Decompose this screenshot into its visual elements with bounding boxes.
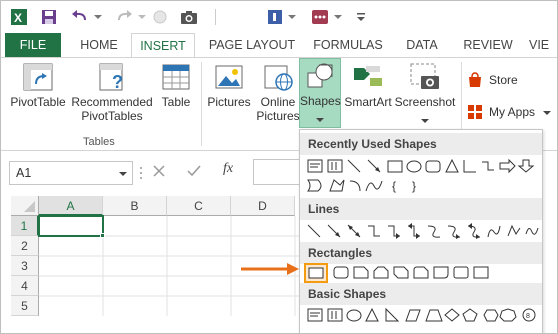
- shapes-button[interactable]: Shapes: [299, 58, 341, 128]
- tab-home[interactable]: HOME: [71, 33, 127, 57]
- smartart-label: SmartArt: [344, 95, 392, 109]
- tab-review[interactable]: REVIEW: [459, 33, 517, 57]
- row-header-3[interactable]: 3: [11, 256, 39, 276]
- recommended-pivottables-button[interactable]: ? Recommended PivotTables: [69, 60, 155, 123]
- tab-insert[interactable]: INSERT: [131, 33, 195, 58]
- column-header-c[interactable]: C: [167, 196, 231, 216]
- excel-logo-icon: X: [9, 8, 29, 26]
- active-cell-a1[interactable]: [38, 215, 104, 237]
- screenshot-label: Screenshot: [394, 95, 456, 109]
- pivottable-icon: [22, 62, 54, 92]
- recommended-line2: PivotTables: [81, 109, 143, 123]
- lines-row: [304, 222, 540, 242]
- enter-icon[interactable]: [187, 165, 201, 180]
- tables-group-label: Tables: [83, 136, 115, 148]
- myapps-button[interactable]: My Apps: [467, 102, 557, 122]
- recommended-pivottables-icon: ?: [96, 62, 128, 92]
- formula-bar-dots: [139, 163, 143, 183]
- row-header-4[interactable]: 4: [11, 276, 39, 296]
- tab-formulas[interactable]: FORMULAS: [309, 33, 387, 57]
- separator-icon: [207, 8, 225, 26]
- svg-text:{: {: [392, 179, 396, 193]
- macro-icon[interactable]: [309, 8, 331, 26]
- row-header-1[interactable]: 1: [11, 216, 39, 236]
- customize-icon[interactable]: [355, 8, 367, 26]
- column-header-d[interactable]: D: [231, 196, 295, 216]
- fill-handle[interactable]: [100, 233, 105, 238]
- cancel-icon[interactable]: [153, 165, 165, 180]
- column-header-b[interactable]: B: [103, 196, 167, 216]
- tab-view[interactable]: VIE: [529, 33, 557, 57]
- screenshot-button[interactable]: Screenshot: [393, 60, 457, 127]
- store-button[interactable]: Store: [467, 70, 547, 90]
- online-line1: Online: [260, 95, 296, 109]
- row-header-5[interactable]: 5: [11, 296, 39, 316]
- myapps-icon: [467, 104, 485, 120]
- rectangle-shape-button[interactable]: [304, 263, 328, 283]
- excel-window: X FILE HOME INSERT PAGE LAYOUT FORMULAS …: [0, 0, 558, 334]
- pivottable-label: PivotTable: [10, 95, 66, 109]
- screenshot-dropdown-icon: [393, 113, 457, 127]
- shapes-dropdown-icon: [300, 112, 340, 126]
- pictures-button[interactable]: Pictures: [205, 60, 253, 109]
- ribbon-tabs: FILE HOME INSERT PAGE LAYOUT FORMULAS DA…: [1, 33, 557, 58]
- name-box[interactable]: A1: [9, 161, 133, 185]
- circle-icon[interactable]: [151, 8, 169, 26]
- online-pictures-button[interactable]: Online Pictures: [255, 60, 301, 123]
- column-header-a[interactable]: A: [39, 196, 103, 216]
- basic-shapes-header: Basic Shapes: [300, 283, 542, 305]
- table-button[interactable]: Table: [157, 60, 195, 109]
- macro-dropdown-icon[interactable]: [333, 8, 343, 26]
- myapps-label: My Apps: [489, 105, 536, 119]
- tab-page-layout[interactable]: PAGE LAYOUT: [203, 33, 301, 57]
- recent-shapes-row-2: { }: [304, 176, 540, 196]
- svg-text:8: 8: [526, 313, 530, 320]
- lines-header: Lines: [300, 198, 542, 220]
- svg-text:}: }: [412, 179, 416, 193]
- store-label: Store: [489, 73, 518, 87]
- insert-function-button[interactable]: fx: [223, 161, 233, 177]
- rectangles-header: Rectangles: [300, 242, 542, 264]
- undo-dropdown-icon[interactable]: [93, 8, 103, 26]
- store-icon: [467, 72, 485, 88]
- form-dropdown-icon[interactable]: [287, 8, 297, 26]
- online-pictures-icon: [262, 62, 294, 92]
- redo-icon[interactable]: [113, 8, 135, 26]
- myapps-dropdown-icon: [543, 105, 552, 119]
- pictures-icon: [213, 62, 245, 92]
- tab-file[interactable]: FILE: [5, 33, 61, 57]
- tab-data[interactable]: DATA: [397, 33, 447, 57]
- select-all-corner[interactable]: [11, 196, 39, 216]
- table-icon: [160, 62, 192, 92]
- recommended-line1: Recommended: [71, 95, 153, 109]
- pointer-arrow: [239, 262, 301, 276]
- name-box-dropdown-icon[interactable]: [119, 162, 127, 184]
- name-box-value: A1: [16, 166, 32, 180]
- table-label: Table: [161, 95, 191, 109]
- pictures-label: Pictures: [207, 95, 251, 109]
- screenshot-icon: [409, 62, 441, 92]
- smartart-button[interactable]: SmartArt: [343, 60, 393, 109]
- svg-text:X: X: [14, 11, 22, 25]
- ribbon-separator: [201, 62, 202, 146]
- shapes-dropdown-panel: Recently Used Shapes {} Lines Rectangle…: [299, 129, 543, 333]
- form-icon[interactable]: [265, 8, 285, 26]
- redo-dropdown-icon[interactable]: [137, 8, 147, 26]
- save-icon[interactable]: [39, 8, 59, 26]
- basic-shapes-row: 8: [304, 306, 540, 326]
- row-header-2[interactable]: 2: [11, 236, 39, 256]
- recently-used-shapes-header: Recently Used Shapes: [300, 133, 542, 155]
- shapes-label: Shapes: [300, 94, 341, 108]
- rectangles-row: [304, 263, 540, 283]
- recent-shapes-row-1: [304, 157, 540, 177]
- online-line2: Pictures: [256, 109, 300, 123]
- undo-icon[interactable]: [69, 8, 91, 26]
- camera-icon[interactable]: [179, 8, 199, 26]
- smartart-icon: [352, 62, 384, 92]
- formula-input[interactable]: [253, 159, 303, 185]
- svg-text:?: ?: [112, 72, 123, 92]
- quick-access-toolbar: X: [1, 1, 557, 33]
- pivottable-button[interactable]: PivotTable: [7, 60, 69, 109]
- shapes-icon: [304, 61, 336, 91]
